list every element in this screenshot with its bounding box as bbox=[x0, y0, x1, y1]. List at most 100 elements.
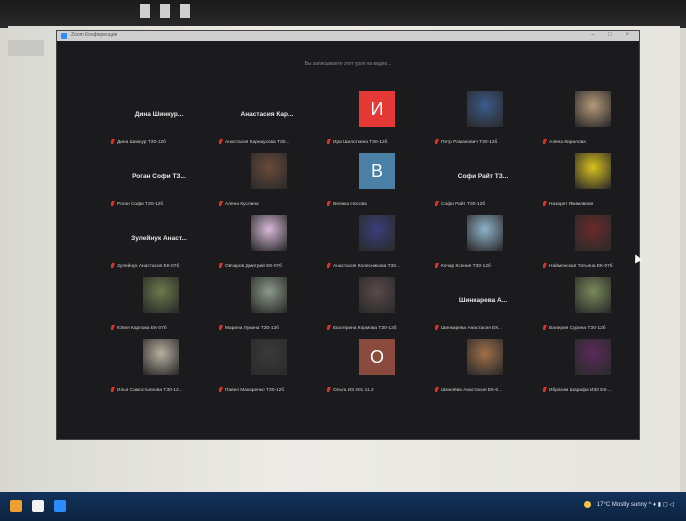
participant-name-bar: Шмелёва Анастасия ЕК-0... bbox=[435, 387, 531, 393]
participant-tile[interactable]: Найменская Татьяна ЕК-07б bbox=[539, 215, 643, 275]
participant-name-bar: Ибрагим Шарифа ИЗ0 ЕК-... bbox=[543, 387, 639, 393]
participant-photo-avatar bbox=[575, 277, 611, 313]
participant-name-label: Валерия Сурина ТЗ0-12б bbox=[549, 326, 606, 331]
participant-letter-avatar: B bbox=[359, 153, 395, 189]
muted-mic-icon bbox=[111, 387, 115, 393]
taskbar: 17°C Mostly sunny ^ ♦ ▮ ◻ ◁ bbox=[0, 492, 686, 521]
participant-tile[interactable]: Ибрагим Шарифа ИЗ0 ЕК-... bbox=[539, 339, 643, 399]
muted-mic-icon bbox=[327, 201, 331, 207]
participant-name-bar: Софи Райт ТЗ0-12б bbox=[435, 201, 531, 207]
files-icon[interactable] bbox=[32, 500, 44, 512]
muted-mic-icon bbox=[219, 201, 223, 207]
participant-photo-avatar bbox=[575, 153, 611, 189]
participant-name-bar: Велика Носова bbox=[327, 201, 423, 207]
muted-mic-icon bbox=[543, 387, 547, 393]
muted-mic-icon bbox=[435, 201, 439, 207]
participant-name-bar: Юлия Карпова ЕК-07б bbox=[111, 325, 207, 331]
participant-tile[interactable]: Софи Райт ТЗ... Софи Райт ТЗ0-12б bbox=[431, 153, 535, 213]
window-titlebar[interactable]: Zoom Конференция – □ × bbox=[57, 31, 639, 41]
participant-photo-avatar bbox=[575, 91, 611, 127]
participant-name-label: Ольга ИЗ 401 11.2 bbox=[333, 388, 374, 393]
participant-letter-avatar: И bbox=[359, 91, 395, 127]
muted-mic-icon bbox=[435, 263, 439, 269]
participant-display-name: Шинкарева А... bbox=[458, 297, 508, 304]
muted-mic-icon bbox=[327, 387, 331, 393]
participant-name-bar: Анастасия Карнаухова ТЗ0... bbox=[219, 139, 315, 145]
participant-name-bar: Ира Шилоткина ТЗ0-12б bbox=[327, 139, 423, 145]
participant-tile[interactable]: Алена Куслина bbox=[215, 153, 319, 213]
participant-name-label: Шинкарева Анастасия ЕК... bbox=[441, 326, 503, 331]
participant-name-bar: Дина Шинкур ТЗ0-12б bbox=[111, 139, 207, 145]
participant-name-bar: Илья Самостьянова ТЗ0-12... bbox=[111, 387, 207, 393]
participant-tile[interactable]: Илья Самостьянова ТЗ0-12... bbox=[107, 339, 211, 399]
participant-tile[interactable]: Дина Шинкур... Дина Шинкур ТЗ0-12б bbox=[107, 91, 211, 151]
participant-tile[interactable]: Шинкарева А... Шинкарева Анастасия ЕК... bbox=[431, 277, 535, 337]
muted-mic-icon bbox=[543, 263, 547, 269]
participant-name-bar: Найменская Татьяна ЕК-07б bbox=[543, 263, 639, 269]
participant-name-bar: Валерия Сурина ТЗ0-12б bbox=[543, 325, 639, 331]
participant-name-bar: Алёна Кирилова bbox=[543, 139, 639, 145]
participant-tile[interactable]: Анастасия Колесникова ТЗ0... bbox=[323, 215, 427, 275]
participant-name-label: Зулейнук Анастасия ЕК-07б bbox=[117, 264, 180, 269]
muted-mic-icon bbox=[435, 325, 439, 331]
window-controls[interactable]: – □ × bbox=[591, 32, 635, 38]
participant-tile[interactable]: Екатерина Кормова ТЗ0-12б bbox=[323, 277, 427, 337]
participant-tile[interactable]: Марина Лукина ТЗ0-12б bbox=[215, 277, 319, 337]
participant-tile[interactable]: Анастасия Кар... Анастасия Карнаухова ТЗ0… bbox=[215, 91, 319, 151]
participant-tile[interactable]: Кочар Ксения ТЗ0-12б bbox=[431, 215, 535, 275]
participant-name-label: Марина Лукина ТЗ0-12б bbox=[225, 326, 279, 331]
participant-name-label: Дина Шинкур ТЗ0-12б bbox=[117, 140, 166, 145]
participant-name-label: Анастасия Колесникова ТЗ0... bbox=[333, 264, 401, 269]
participant-name-bar: Роган Софи ТЗ0-12б bbox=[111, 201, 207, 207]
participant-tile[interactable]: Зулейнук Анаст... Зулейнук Анастасия ЕК-0… bbox=[107, 215, 211, 275]
participant-tile[interactable]: Петр Романович ТЗ0-12б bbox=[431, 91, 535, 151]
participant-tile[interactable]: Роган Софи ТЗ... Роган Софи ТЗ0-12б bbox=[107, 153, 211, 213]
recording-notice: Вы записываете этот урок на видео... bbox=[304, 61, 392, 67]
muted-mic-icon bbox=[111, 139, 115, 145]
browser-icon[interactable] bbox=[10, 500, 22, 512]
weather-icon bbox=[584, 501, 592, 508]
participant-name-label: Ибрагим Шарифа ИЗ0 ЕК-... bbox=[549, 388, 612, 393]
muted-mic-icon bbox=[219, 387, 223, 393]
participant-name-label: Петр Романович ТЗ0-12б bbox=[441, 140, 498, 145]
zoom-icon[interactable] bbox=[54, 500, 66, 512]
muted-mic-icon bbox=[327, 139, 331, 145]
participant-photo-avatar bbox=[251, 339, 287, 375]
participant-name-label: Алёна Кирилова bbox=[549, 140, 586, 145]
muted-mic-icon bbox=[219, 139, 223, 145]
muted-mic-icon bbox=[543, 139, 547, 145]
participant-tile[interactable]: О Ольга ИЗ 401 11.2 bbox=[323, 339, 427, 399]
monitor-bezel bbox=[0, 0, 686, 28]
muted-mic-icon bbox=[219, 263, 223, 269]
muted-mic-icon bbox=[327, 263, 331, 269]
participant-tile[interactable]: Овчаров Дмитрий ЕК-07б bbox=[215, 215, 319, 275]
system-tray[interactable]: 17°C Mostly sunny ^ ♦ ▮ ◻ ◁ bbox=[584, 501, 674, 508]
participant-name-label: Юлия Карпова ЕК-07б bbox=[117, 326, 167, 331]
participant-tile[interactable]: Валерия Сурина ТЗ0-12б bbox=[539, 277, 643, 337]
participant-tile[interactable]: B Велика Носова bbox=[323, 153, 427, 213]
participant-name-label: Шмелёва Анастасия ЕК-0... bbox=[441, 388, 503, 393]
participant-tile[interactable]: И Ира Шилоткина ТЗ0-12б bbox=[323, 91, 427, 151]
participant-name-label: Илья Самостьянова ТЗ0-12... bbox=[117, 388, 183, 393]
participant-tile[interactable]: Шмелёва Анастасия ЕК-0... bbox=[431, 339, 535, 399]
muted-mic-icon bbox=[543, 201, 547, 207]
participant-name-bar: Петр Романович ТЗ0-12б bbox=[435, 139, 531, 145]
participant-name-bar: Алена Куслина bbox=[219, 201, 315, 207]
participant-name-label: Овчаров Дмитрий ЕК-07б bbox=[225, 264, 282, 269]
participant-name-label: Ира Шилоткина ТЗ0-12б bbox=[333, 140, 388, 145]
participant-tile[interactable]: Алёна Кирилова bbox=[539, 91, 643, 151]
participant-name-bar: Зулейнук Анастасия ЕК-07б bbox=[111, 263, 207, 269]
participant-tile[interactable]: Назарет Якимовная bbox=[539, 153, 643, 213]
participant-letter-avatar: О bbox=[359, 339, 395, 375]
participant-gallery: Дина Шинкур... Дина Шинкур ТЗ0-12б Анастас… bbox=[107, 91, 637, 431]
zoom-window: Zoom Конференция – □ × Вы записываете эт… bbox=[56, 30, 640, 440]
muted-mic-icon bbox=[543, 325, 547, 331]
participant-photo-avatar bbox=[251, 215, 287, 251]
participant-name-bar: Назарет Якимовная bbox=[543, 201, 639, 207]
muted-mic-icon bbox=[219, 325, 223, 331]
muted-mic-icon bbox=[435, 387, 439, 393]
participant-photo-avatar bbox=[251, 277, 287, 313]
participant-photo-avatar bbox=[251, 153, 287, 189]
participant-tile[interactable]: Павел Макаренко ТЗ0-12б bbox=[215, 339, 319, 399]
participant-tile[interactable]: Юлия Карпова ЕК-07б bbox=[107, 277, 211, 337]
